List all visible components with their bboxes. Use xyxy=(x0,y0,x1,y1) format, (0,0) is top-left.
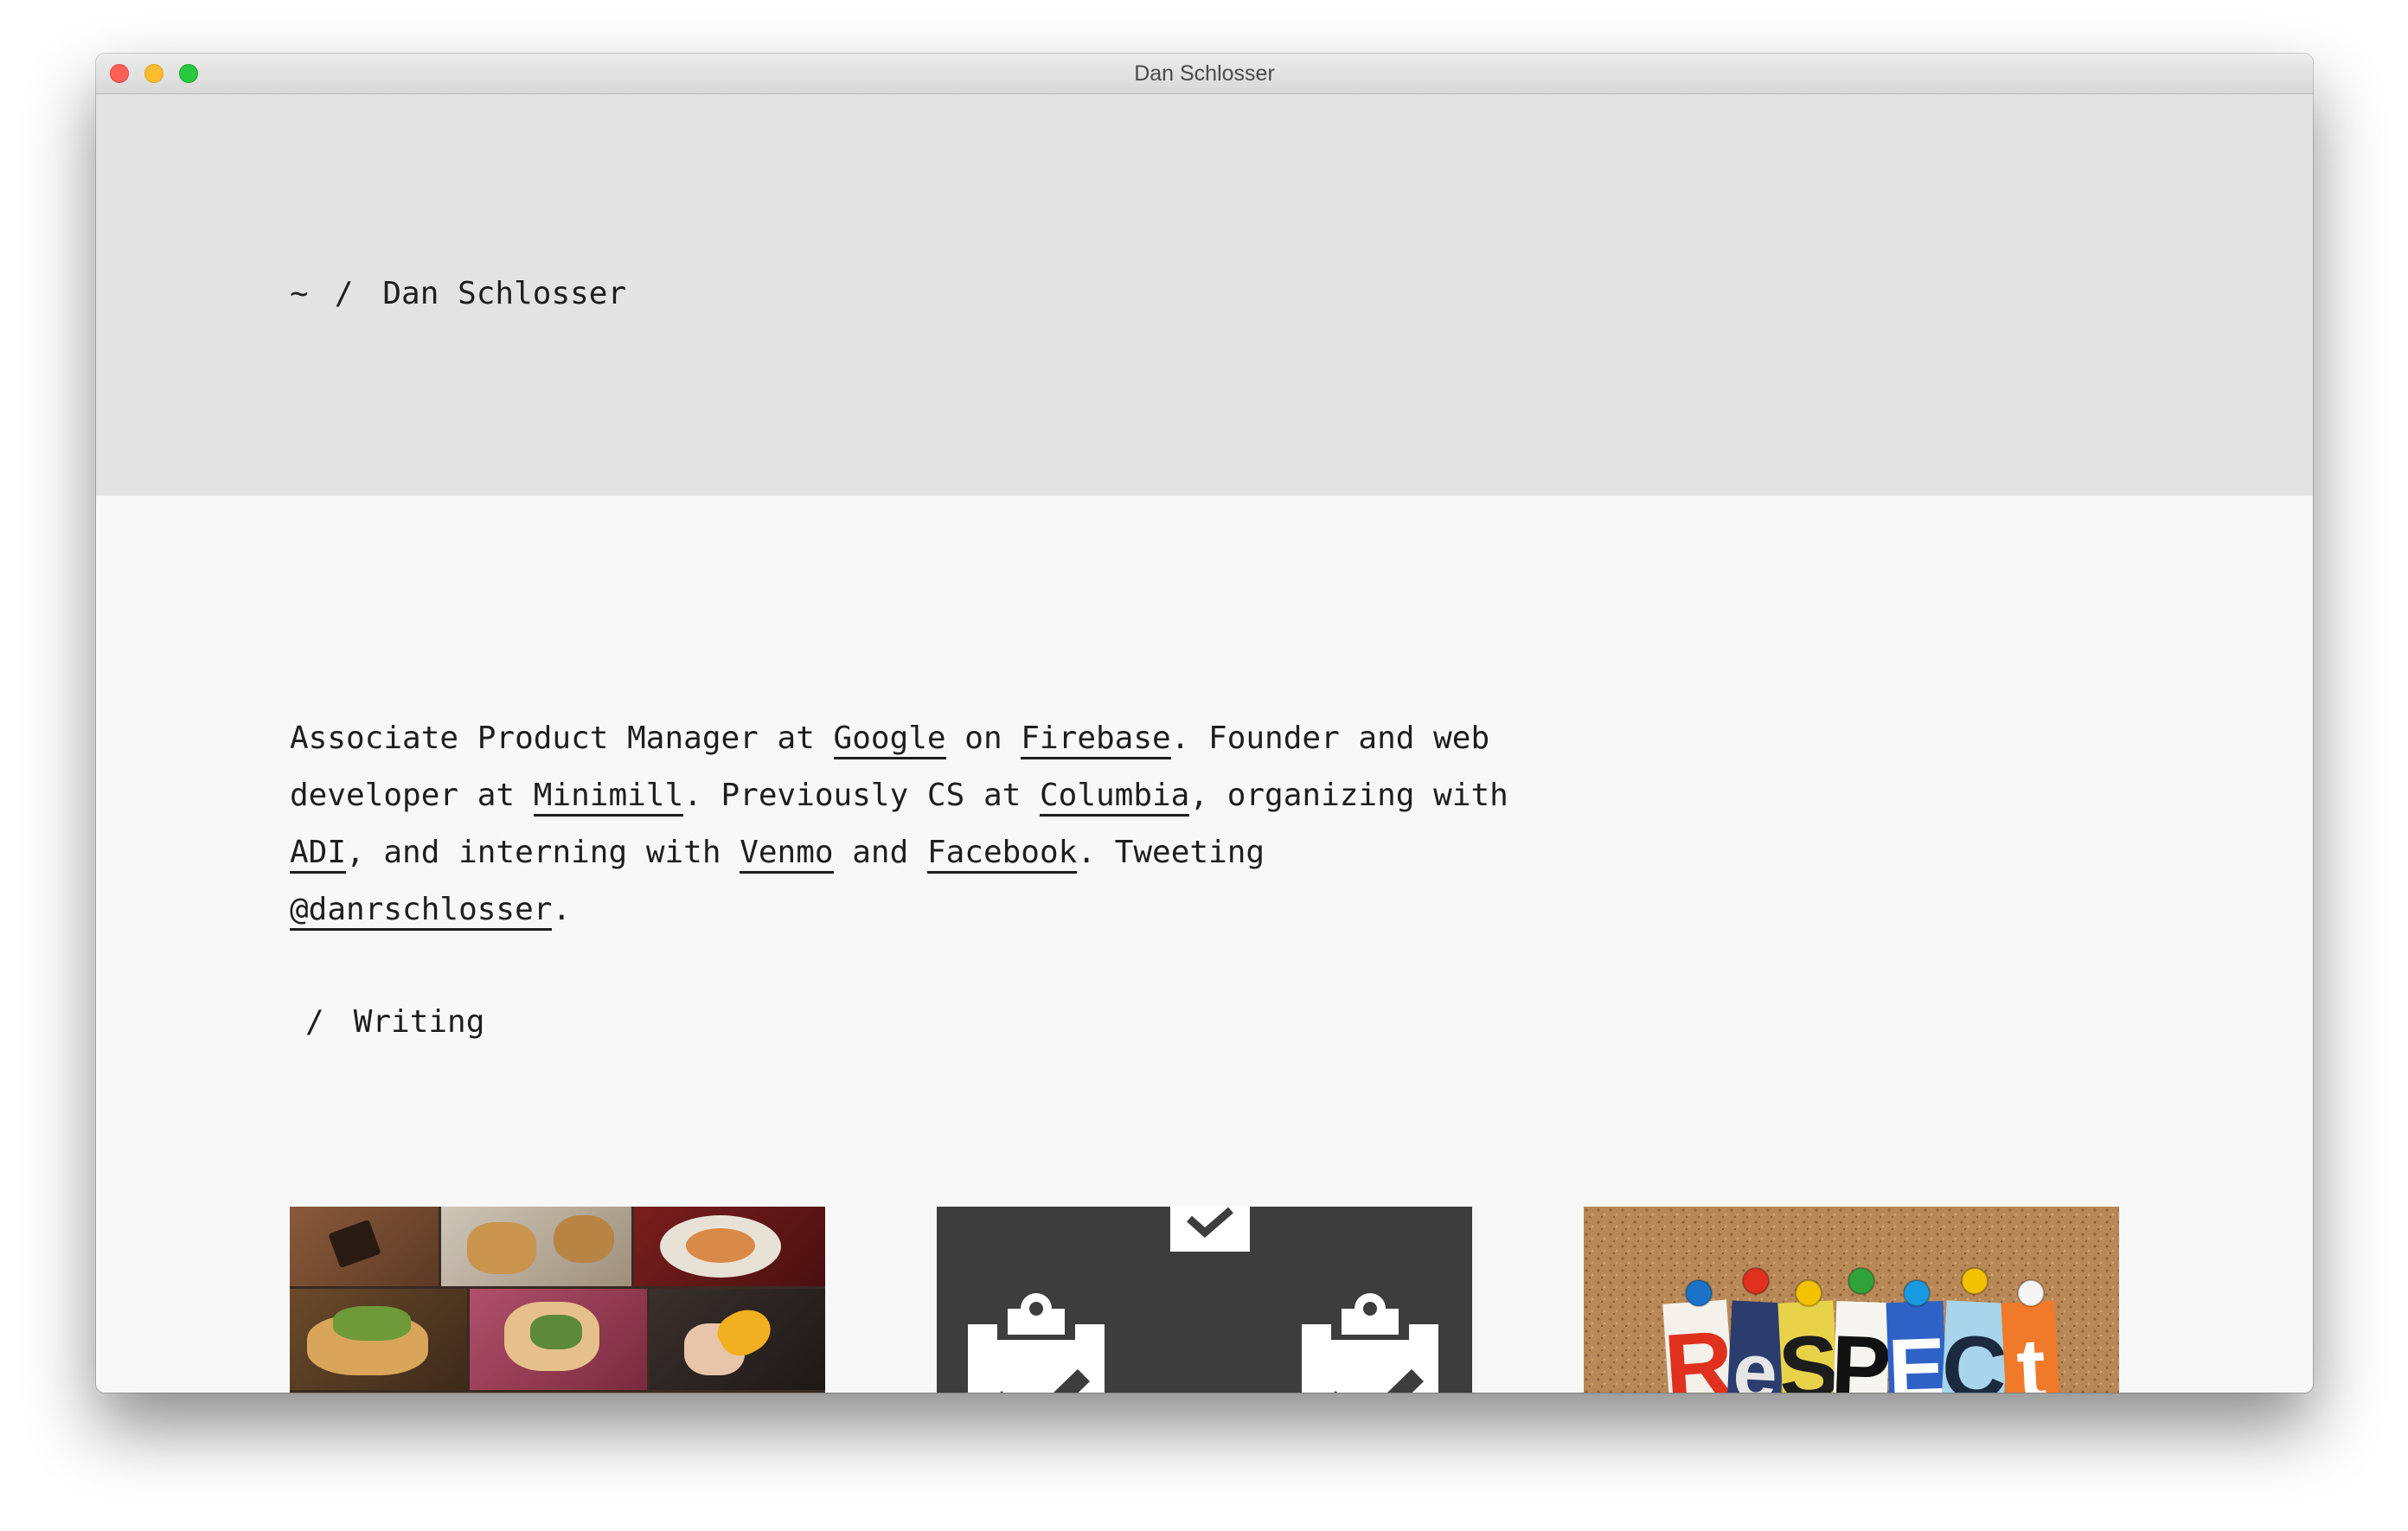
hero-header: ~ / Dan Schlosser xyxy=(96,94,2313,496)
clipboard-check-icon xyxy=(968,1207,1438,1393)
home-link[interactable]: ~ xyxy=(290,276,309,311)
page-content: ~ / Dan Schlosser Associate Product Manage… xyxy=(96,94,2313,1393)
bio-text: on xyxy=(945,721,1021,756)
post-card-clipboard-checklist[interactable] xyxy=(937,1207,1472,1393)
letter-cutout: t xyxy=(2001,1300,2061,1393)
post-card-respect-corkboard[interactable]: ReSPECt xyxy=(1584,1207,2119,1393)
writing-section-heading: / Writing xyxy=(290,1004,484,1040)
firebase-link[interactable]: Firebase xyxy=(1021,721,1171,759)
page-title: Dan Schlosser xyxy=(382,276,627,311)
section-separator: / xyxy=(305,1004,324,1040)
photo-tile xyxy=(441,1207,631,1286)
respect-letter: R xyxy=(1661,1310,1737,1393)
google-link[interactable]: Google xyxy=(833,721,946,759)
push-pin-icon xyxy=(1795,1279,1822,1307)
bio-text: Associate Product Manager at xyxy=(290,721,834,756)
corkboard-image: ReSPEC t xyxy=(1584,1207,2119,1393)
letter-cutout: R xyxy=(1661,1299,1737,1393)
bio-text: . xyxy=(552,892,572,927)
browser-window: Dan Schlosser ~ / Dan Schlosser Associate … xyxy=(96,54,2313,1393)
breadcrumb-separator: / xyxy=(334,276,354,311)
bio-paragraph: Associate Product Manager at Google on F… xyxy=(290,710,1535,938)
bio-text: and xyxy=(833,835,927,870)
minimill-link[interactable]: Minimill xyxy=(533,778,684,817)
bio-text: . Tweeting xyxy=(1077,835,1265,870)
photo-tile xyxy=(470,1289,647,1390)
bio-text: , and interning with xyxy=(346,835,740,870)
letter-cutout: P xyxy=(1829,1300,1892,1393)
respect-letter: E xyxy=(1886,1320,1948,1393)
adi-link[interactable]: ADI xyxy=(290,835,347,874)
photo-tile xyxy=(290,1207,439,1286)
photo-tile xyxy=(634,1207,825,1286)
bio-text: , organizing with xyxy=(1189,778,1508,813)
photo-tile xyxy=(650,1289,825,1390)
twitter-link[interactable]: @danrschlosser xyxy=(290,892,553,931)
push-pin-icon xyxy=(1742,1267,1770,1295)
bio-text: . Previously CS at xyxy=(683,778,1040,813)
respect-letter: P xyxy=(1829,1317,1892,1393)
push-pin-icon xyxy=(1685,1279,1713,1307)
letter-cutout: e xyxy=(1726,1300,1786,1393)
title-bar: Dan Schlosser xyxy=(96,54,2313,94)
window-title: Dan Schlosser xyxy=(1134,61,1275,86)
respect-letter: t xyxy=(2014,1320,2048,1393)
respect-letter: e xyxy=(1731,1327,1779,1393)
push-pin-icon xyxy=(1848,1267,1875,1295)
push-pin-icon xyxy=(1903,1279,1931,1307)
columbia-link[interactable]: Columbia xyxy=(1039,778,1190,817)
breadcrumb: ~ / Dan Schlosser xyxy=(290,276,626,311)
respect-letter: C xyxy=(1939,1316,2009,1393)
post-card-food-collage[interactable] xyxy=(290,1207,825,1393)
writing-title: Writing xyxy=(353,1004,485,1040)
push-pin-icon xyxy=(2017,1279,2045,1307)
facebook-link[interactable]: Facebook xyxy=(926,835,1078,874)
venmo-link[interactable]: Venmo xyxy=(740,835,834,874)
letter-cutout: C xyxy=(1939,1300,2009,1393)
push-pin-icon xyxy=(1961,1267,1989,1295)
letter-cutout: E xyxy=(1886,1300,1948,1393)
photo-tile xyxy=(290,1289,467,1390)
